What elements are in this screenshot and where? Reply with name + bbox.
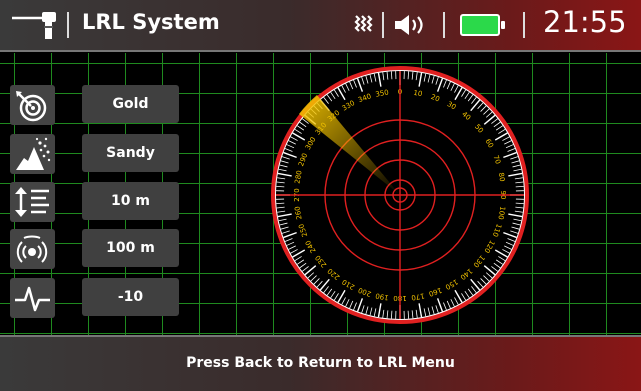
sensitivity-value[interactable]: -10 — [82, 278, 179, 316]
sensitivity-button[interactable] — [10, 278, 55, 318]
battery-icon — [460, 14, 500, 36]
lrl-device-icon — [0, 0, 70, 50]
bearing-tick — [516, 203, 524, 204]
signal-icon — [353, 14, 373, 36]
depth-value[interactable]: 10 m — [82, 182, 179, 220]
bearing-tick — [391, 311, 392, 319]
range-icon — [10, 229, 55, 269]
bearing-label: 10 — [413, 89, 423, 98]
bearing-tick — [391, 71, 392, 79]
bearing-tick — [516, 186, 524, 187]
range-button[interactable] — [10, 229, 55, 269]
radar-compass: 0102030405060708090100110120130140150160… — [270, 65, 530, 325]
header-bar: LRL System 21:55 — [0, 0, 641, 52]
volume-icon[interactable] — [391, 14, 427, 36]
separator — [523, 12, 525, 38]
depth-icon — [10, 182, 55, 222]
separator — [443, 12, 445, 38]
target-value[interactable]: Gold — [82, 85, 179, 123]
bearing-tick — [276, 203, 284, 204]
depth-button[interactable] — [10, 182, 55, 222]
soil-type-button[interactable] — [10, 134, 55, 174]
footer-bar: Press Back to Return to LRL Menu — [0, 335, 641, 391]
bearing-tick — [276, 186, 284, 187]
separator — [67, 12, 69, 38]
sensitivity-icon — [10, 278, 55, 318]
soil-icon — [10, 134, 55, 174]
footer-message: Press Back to Return to LRL Menu — [0, 355, 641, 371]
range-value[interactable]: 100 m — [82, 229, 179, 267]
separator — [382, 12, 384, 38]
page-title: LRL System — [82, 10, 220, 34]
target-type-button[interactable] — [10, 85, 55, 125]
bearing-tick — [408, 311, 409, 319]
clock: 21:55 — [543, 5, 627, 39]
soil-value[interactable]: Sandy — [82, 134, 179, 172]
target-icon — [10, 85, 55, 125]
bearing-label: 80 — [497, 172, 506, 182]
bearing-tick — [408, 71, 409, 79]
